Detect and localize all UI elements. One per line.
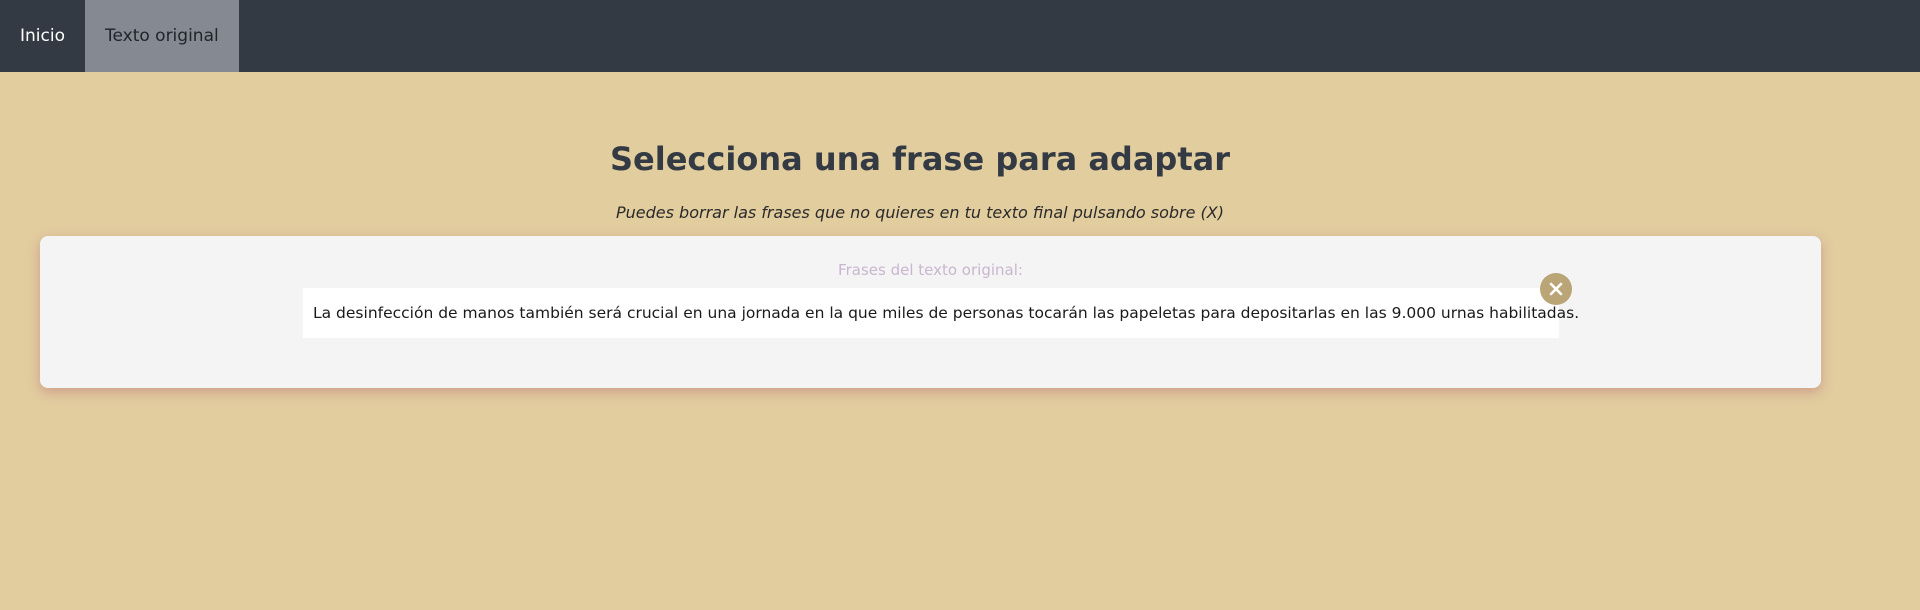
sentences-card: Frases del texto original: La desinfecci… — [40, 236, 1821, 388]
sentence-item[interactable]: La desinfección de manos también será cr… — [303, 288, 1579, 338]
page-title: Selecciona una frase para adaptar — [610, 140, 1230, 178]
page-subtitle: Puedes borrar las frases que no quieres … — [616, 203, 1224, 222]
nav-item-inicio[interactable]: Inicio — [0, 0, 85, 72]
nav-item-texto-original[interactable]: Texto original — [84, 0, 239, 72]
delete-sentence-button[interactable] — [1540, 273, 1572, 305]
close-icon — [1549, 282, 1563, 296]
top-navbar: Inicio Texto original — [0, 0, 1920, 72]
